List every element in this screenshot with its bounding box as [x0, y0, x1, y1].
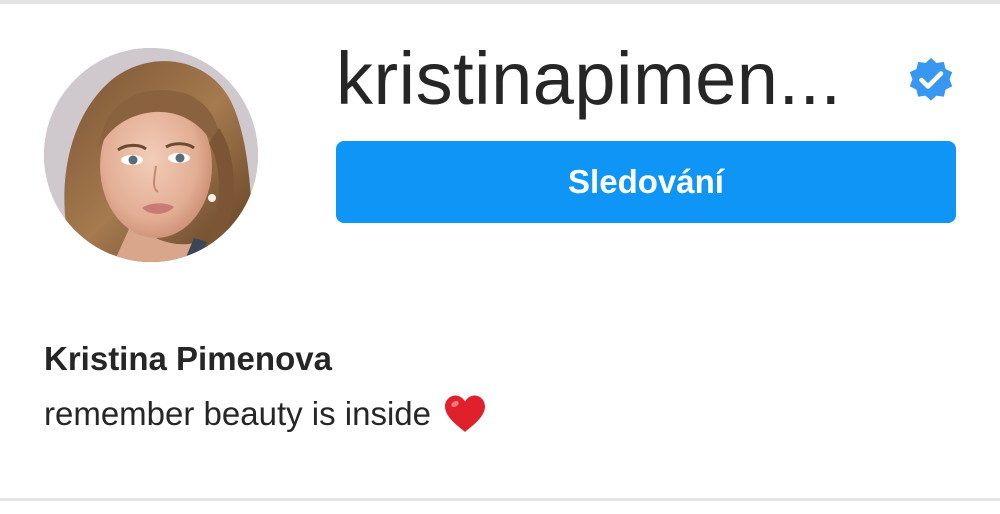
avatar-photo: [44, 48, 258, 262]
following-button[interactable]: Sledování: [336, 141, 956, 223]
profile-bio-row: remember beauty is inside: [44, 392, 487, 436]
username: kristinapimen...: [336, 37, 842, 120]
profile-full-name: Kristina Pimenova: [44, 340, 332, 377]
heart-icon: [445, 395, 486, 432]
profile-avatar[interactable]: [44, 48, 258, 262]
verified-badge-icon: [909, 58, 953, 101]
top-divider: [0, 0, 1000, 4]
profile-bio: remember beauty is inside: [44, 395, 432, 432]
bottom-divider: [0, 498, 1000, 501]
username-row: kristinapimen...: [336, 38, 960, 128]
